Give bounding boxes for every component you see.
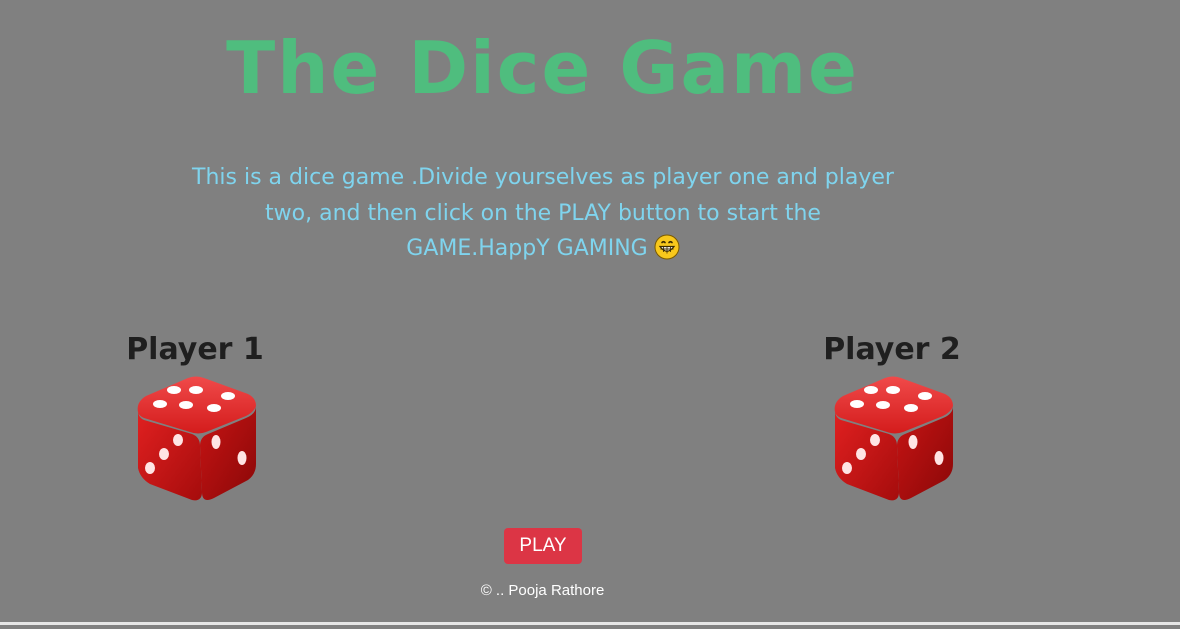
footer-copyright: © .. Pooja Rathore (480, 582, 605, 599)
intro-text: This is a dice game .Divide yourselves a… (192, 165, 894, 261)
page-title: The Dice Game (226, 26, 859, 110)
red-die-icon (137, 376, 256, 501)
player-2-panel: Player 2 (822, 330, 962, 504)
player-2-label: Player 2 (823, 332, 961, 367)
bottom-divider (0, 622, 1180, 625)
player-1-panel: Player 1 (125, 330, 265, 504)
player-1-label: Player 1 (126, 332, 264, 367)
game-intro: This is a dice game .Divide yourselves a… (190, 160, 896, 272)
play-button[interactable]: PLAY (504, 528, 582, 564)
grinning-face-icon (654, 234, 680, 272)
red-die-icon (834, 376, 953, 501)
